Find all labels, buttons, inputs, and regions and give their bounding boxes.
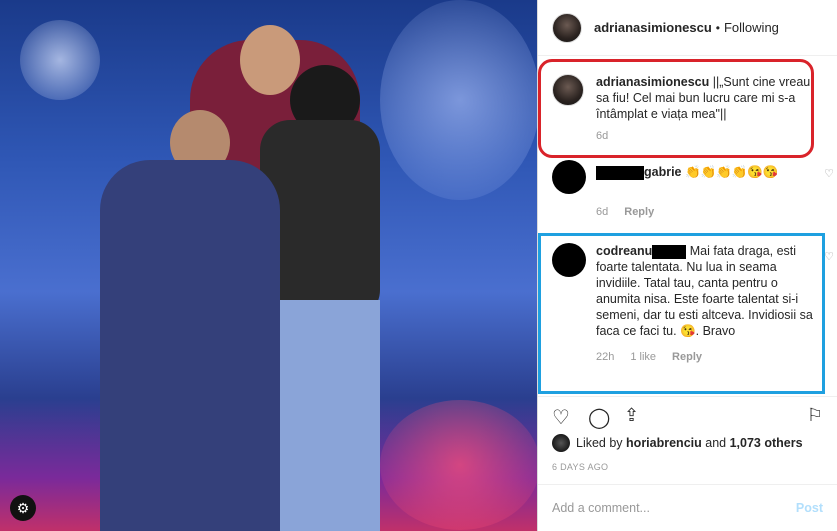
- post-button[interactable]: Post: [796, 501, 823, 515]
- comment-item: gabrie 👏👏👏👏😘😘 6d Reply ♡: [552, 160, 834, 220]
- likes-line: Liked by horiabrenciu and 1,073 others: [552, 434, 803, 452]
- liked-by-user[interactable]: horiabrenciu: [626, 436, 702, 450]
- likes-count[interactable]: 1,073 others: [730, 436, 803, 450]
- comment-username[interactable]: gabrie: [644, 165, 682, 179]
- comment-text: 👏👏👏👏😘😘: [685, 165, 779, 179]
- username-link[interactable]: adrianasimionescu: [594, 20, 712, 35]
- likes-middle: and: [705, 436, 727, 450]
- comment-input[interactable]: Add a comment...: [552, 501, 796, 515]
- reply-button[interactable]: Reply: [624, 204, 654, 220]
- redaction: [596, 165, 644, 180]
- post-header: adrianasimionescu • Following: [538, 0, 837, 56]
- avatar[interactable]: [552, 12, 582, 43]
- action-bar: ♡ ◯ ⇪ ⚐: [538, 396, 837, 436]
- post-panel: adrianasimionescu • Following adrianasim…: [538, 0, 837, 531]
- bookmark-icon[interactable]: ⚐: [807, 405, 823, 426]
- comment-icon[interactable]: ◯: [588, 405, 610, 430]
- follow-status[interactable]: Following: [724, 20, 779, 35]
- avatar[interactable]: [552, 160, 586, 194]
- post-photo: ⚙: [0, 0, 537, 531]
- highlight-box-blue: [538, 233, 825, 394]
- avatar[interactable]: [552, 434, 570, 452]
- highlight-box-red: [538, 59, 814, 158]
- add-comment-bar: Add a comment... Post: [538, 484, 837, 531]
- heart-icon[interactable]: ♡: [824, 166, 834, 182]
- separator: •: [715, 20, 720, 35]
- likes-prefix: Liked by: [576, 436, 623, 450]
- heart-icon[interactable]: ♡: [552, 405, 570, 430]
- post-date: 6 DAYS AGO: [552, 462, 609, 472]
- gear-icon[interactable]: ⚙: [10, 495, 36, 521]
- share-icon[interactable]: ⇪: [624, 405, 639, 426]
- comment-time[interactable]: 6d: [596, 204, 608, 220]
- heart-icon[interactable]: ♡: [824, 249, 834, 265]
